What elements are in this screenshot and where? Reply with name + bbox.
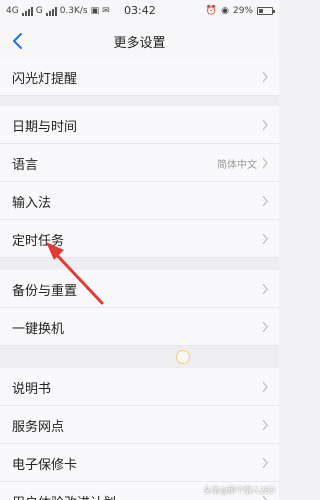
alarm-icon: ⏰: [205, 6, 218, 16]
chevron-right-icon: [262, 233, 268, 245]
section-divider: [0, 258, 279, 270]
notification-icon: ▣: [90, 6, 100, 16]
section-divider: [0, 346, 279, 368]
settings-row-service-centers[interactable]: 服务网点: [0, 406, 279, 444]
settings-row-scheduled-tasks[interactable]: 定时任务: [0, 220, 279, 258]
row-value: 简体中文: [217, 160, 257, 171]
settings-row-phone-clone[interactable]: 一键换机: [0, 308, 279, 346]
eye-icon: ◉: [221, 6, 229, 16]
network-type: 4G: [6, 6, 19, 16]
nav-bar: 更多设置: [0, 24, 279, 58]
chevron-right-icon: [262, 381, 268, 393]
settings-row-backup-reset[interactable]: 备份与重置: [0, 270, 279, 308]
status-left: 4G G 0.3K/s ▣ ✉: [6, 6, 110, 16]
touch-indicator: [176, 350, 190, 364]
row-label: 说明书: [12, 382, 52, 397]
chevron-right-icon: [262, 195, 268, 207]
settings-row-e-warranty[interactable]: 电子保修卡: [0, 444, 279, 482]
row-label: 语言: [12, 158, 39, 173]
row-label: 服务网点: [12, 420, 65, 435]
row-label: 日期与时间: [12, 120, 78, 135]
network-speed: 0.3K/s: [59, 6, 88, 16]
chevron-right-icon: [262, 119, 268, 131]
row-label: 定时任务: [12, 234, 65, 249]
battery-icon: [257, 7, 275, 15]
row-label: 用户体验改进计划: [12, 492, 116, 500]
battery-percent: 29%: [232, 6, 253, 16]
settings-row-language[interactable]: 语言 简体中文: [0, 144, 279, 182]
signal-icon-2: [45, 6, 57, 16]
row-label: 一键换机: [12, 322, 65, 337]
page-title: 更多设置: [113, 36, 166, 51]
carrier-indicator: G: [35, 6, 43, 16]
section-divider: [0, 96, 279, 106]
clock: 03:42: [124, 4, 156, 17]
settings-row-flash-reminder[interactable]: 闪光灯提醒: [0, 58, 279, 96]
row-label: 备份与重置: [12, 284, 78, 299]
settings-row-date-time[interactable]: 日期与时间: [0, 106, 279, 144]
row-label: 输入法: [12, 196, 52, 211]
row-label: 闪光灯提醒: [12, 72, 78, 87]
chevron-right-icon: [262, 157, 268, 169]
watermark: 头条@那个懒人283: [203, 486, 275, 495]
status-bar: 4G G 0.3K/s ▣ ✉ 03:42 ⏰ ◉ 29%: [0, 0, 279, 24]
settings-row-manual[interactable]: 说明书: [0, 368, 279, 406]
row-label: 电子保修卡: [12, 458, 78, 473]
chevron-right-icon: [262, 283, 268, 295]
mail-icon: ✉: [102, 6, 110, 16]
signal-icon: [21, 6, 33, 16]
chevron-right-icon: [262, 71, 268, 83]
chevron-right-icon: [262, 419, 268, 431]
chevron-right-icon: [262, 457, 268, 469]
chevron-right-icon: [262, 321, 268, 333]
settings-row-input-method[interactable]: 输入法: [0, 182, 279, 220]
status-right: ⏰ ◉ 29%: [205, 6, 275, 16]
